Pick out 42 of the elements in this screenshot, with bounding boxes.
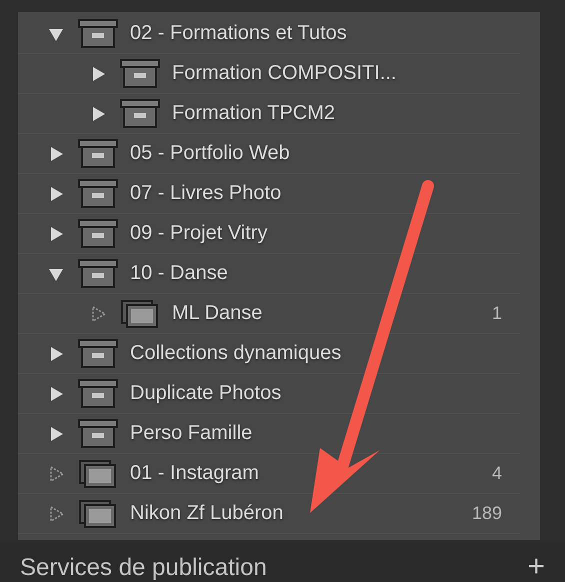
collection-set-icon xyxy=(78,18,118,48)
panel-title[interactable]: Services de publication xyxy=(20,554,267,582)
collection-name[interactable]: 10 - Danse xyxy=(130,262,228,285)
collection-name[interactable]: 02 - Formations et Tutos xyxy=(130,22,347,45)
collection-name[interactable]: Duplicate Photos xyxy=(130,382,282,405)
photo-count: 189 xyxy=(472,503,502,524)
disclosure-triangle-icon[interactable] xyxy=(48,466,64,482)
collection-name[interactable]: Nikon Zf Lubéron xyxy=(130,502,284,525)
collection-set-icon xyxy=(120,98,160,128)
expand-triangle-icon[interactable] xyxy=(48,186,64,202)
collection-set-icon xyxy=(78,218,118,248)
expand-triangle-icon[interactable] xyxy=(48,386,64,402)
collection-name[interactable]: 09 - Projet Vitry xyxy=(130,222,268,245)
collection-name[interactable]: Formation COMPOSITI... xyxy=(172,62,396,85)
expand-triangle-icon[interactable] xyxy=(90,66,106,82)
collection-name[interactable]: Collections dynamiques xyxy=(130,342,342,365)
collection-name[interactable]: 07 - Livres Photo xyxy=(130,182,282,205)
expand-triangle-icon[interactable] xyxy=(48,426,64,442)
collection-icon xyxy=(78,498,118,528)
disclosure-triangle-icon[interactable] xyxy=(48,506,64,522)
add-button[interactable]: + xyxy=(527,550,545,582)
photo-count: 1 xyxy=(492,303,502,324)
disclosure-triangle-icon[interactable] xyxy=(90,306,106,322)
collection-set-icon xyxy=(78,418,118,448)
collection-set-icon xyxy=(78,338,118,368)
collection-set-icon xyxy=(78,258,118,288)
collection-icon xyxy=(78,458,118,488)
collection-name[interactable]: Formation TPCM2 xyxy=(172,102,336,125)
collection-name[interactable]: Perso Famille xyxy=(130,422,252,445)
expand-triangle-icon[interactable] xyxy=(48,146,64,162)
photo-count: 4 xyxy=(492,463,502,484)
expand-triangle-icon[interactable] xyxy=(48,346,64,362)
collection-set-icon xyxy=(78,378,118,408)
collection-set-icon xyxy=(78,178,118,208)
collection-name[interactable]: 05 - Portfolio Web xyxy=(130,142,290,165)
collection-icon xyxy=(120,298,160,328)
collection-set-icon xyxy=(78,138,118,168)
expand-triangle-icon[interactable] xyxy=(90,106,106,122)
collection-name[interactable]: ML Danse xyxy=(172,302,262,325)
collection-set-icon xyxy=(120,58,160,88)
collection-name[interactable]: 01 - Instagram xyxy=(130,462,259,485)
expand-triangle-icon[interactable] xyxy=(48,226,64,242)
